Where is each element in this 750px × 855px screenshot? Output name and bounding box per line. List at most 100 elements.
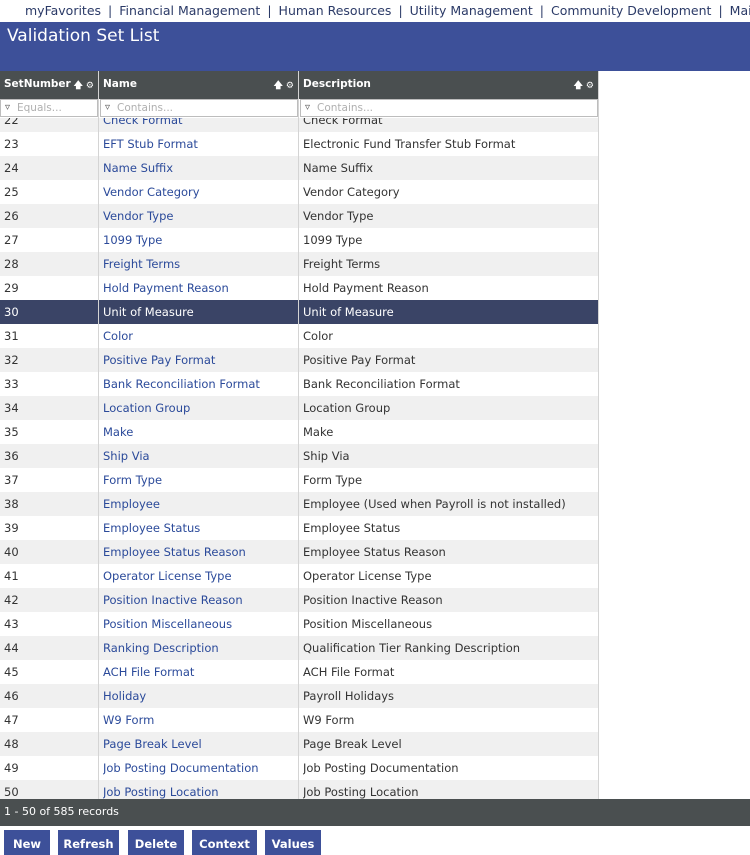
set-number-cell: 44 [4, 641, 19, 655]
name-cell[interactable]: Freight Terms [103, 252, 295, 276]
set-number-cell: 49 [4, 761, 19, 775]
table-row[interactable]: 31 Color Color [0, 324, 598, 348]
name-filter[interactable]: ▿ [100, 99, 298, 117]
name-cell[interactable]: Job Posting Documentation [103, 756, 295, 780]
table-row[interactable]: 22 Check Format Check Format [0, 118, 598, 132]
name-cell[interactable]: 1099 Type [103, 228, 295, 252]
table-row[interactable]: 47 W9 Form W9 Form [0, 708, 598, 732]
table-row[interactable]: 25 Vendor Category Vendor Category [0, 180, 598, 204]
name-cell[interactable]: Position Inactive Reason [103, 588, 295, 612]
table-row[interactable]: 36 Ship Via Ship Via [0, 444, 598, 468]
description-filter-input[interactable] [317, 101, 593, 115]
name-cell[interactable]: Vendor Category [103, 180, 295, 204]
description-cell: ACH File Format [303, 665, 395, 679]
delete-button[interactable]: Delete [128, 830, 184, 855]
name-cell[interactable]: Position Miscellaneous [103, 612, 295, 636]
sort-up-icon[interactable]: 🡅 [74, 80, 83, 92]
table-row[interactable]: 45 ACH File Format ACH File Format [0, 660, 598, 684]
table-row[interactable]: 27 1099 Type 1099 Type [0, 228, 598, 252]
table-row[interactable]: 32 Positive Pay Format Positive Pay Format [0, 348, 598, 372]
table-row[interactable]: 40 Employee Status Reason Employee Status … [0, 540, 598, 564]
table-row[interactable]: 33 Bank Reconciliation Format Bank Reconci… [0, 372, 598, 396]
nav-item-utility-management[interactable]: Utility Management [410, 3, 533, 18]
setnumber-filter-input[interactable] [17, 101, 93, 115]
table-row-selected[interactable]: 30 Unit of Measure Unit of Measure [0, 300, 598, 324]
gear-icon[interactable]: ⚙ [86, 80, 94, 92]
name-cell[interactable]: Employee Status [103, 516, 295, 540]
name-cell[interactable]: EFT Stub Format [103, 132, 295, 156]
table-row[interactable]: 35 Make Make [0, 420, 598, 444]
table-row[interactable]: 39 Employee Status Employee Status [0, 516, 598, 540]
name-cell[interactable]: Page Break Level [103, 732, 295, 756]
nav-item-financial-management[interactable]: Financial Management [119, 3, 260, 18]
table-row[interactable]: 48 Page Break Level Page Break Level [0, 732, 598, 756]
table-row[interactable]: 24 Name Suffix Name Suffix [0, 156, 598, 180]
name-cell[interactable]: Make [103, 420, 295, 444]
name-cell[interactable]: Unit of Measure [103, 300, 295, 324]
name-cell[interactable]: Hold Payment Reason [103, 276, 295, 300]
nav-item-maintenance[interactable]: Maintenance [730, 3, 750, 18]
column-header-name[interactable]: Name 🡅 ⚙ [99, 71, 298, 99]
grid-body[interactable]: 22 Check Format Check Format 23 EFT Stub For… [0, 118, 598, 799]
table-row[interactable]: 34 Location Group Location Group [0, 396, 598, 420]
name-cell[interactable]: Name Suffix [103, 156, 295, 180]
description-cell: Electronic Fund Transfer Stub Format [303, 137, 516, 151]
set-number-cell: 25 [4, 185, 19, 199]
table-row[interactable]: 43 Position Miscellaneous Position Miscell… [0, 612, 598, 636]
name-cell[interactable]: ACH File Format [103, 660, 295, 684]
column-divider [598, 71, 599, 799]
name-cell[interactable]: Ship Via [103, 444, 295, 468]
table-row[interactable]: 28 Freight Terms Freight Terms [0, 252, 598, 276]
name-cell[interactable]: Check Format [103, 118, 295, 132]
name-cell[interactable]: Positive Pay Format [103, 348, 295, 372]
table-row[interactable]: 38 Employee Employee (Used when Payroll is… [0, 492, 598, 516]
name-cell[interactable]: W9 Form [103, 708, 295, 732]
filter-icon[interactable]: ▿ [105, 102, 110, 113]
name-cell[interactable]: Employee Status Reason [103, 540, 295, 564]
name-filter-input[interactable] [117, 101, 293, 115]
name-cell[interactable]: Color [103, 324, 295, 348]
column-divider [298, 71, 299, 799]
table-row[interactable]: 37 Form Type Form Type [0, 468, 598, 492]
table-row[interactable]: 46 Holiday Payroll Holidays [0, 684, 598, 708]
gear-icon[interactable]: ⚙ [286, 80, 294, 92]
refresh-button[interactable]: Refresh [58, 830, 119, 855]
table-row[interactable]: 50 Job Posting Location Job Posting Locati… [0, 780, 598, 799]
table-row[interactable]: 42 Position Inactive Reason Position Inact… [0, 588, 598, 612]
sort-up-icon[interactable]: 🡅 [574, 80, 583, 92]
description-cell: Bank Reconciliation Format [303, 377, 460, 391]
name-cell[interactable]: Location Group [103, 396, 295, 420]
context-button[interactable]: Context [192, 830, 257, 855]
table-row[interactable]: 44 Ranking Description Qualification Tier … [0, 636, 598, 660]
nav-item-myfavorites[interactable]: myFavorites [25, 3, 101, 18]
description-cell: Form Type [303, 473, 363, 487]
setnumber-filter[interactable]: ▿ [0, 99, 98, 117]
name-cell[interactable]: Job Posting Location [103, 780, 295, 799]
set-number-cell: 35 [4, 425, 19, 439]
name-cell[interactable]: Vendor Type [103, 204, 295, 228]
table-row[interactable]: 23 EFT Stub Format Electronic Fund Transfe… [0, 132, 598, 156]
sort-up-icon[interactable]: 🡅 [274, 80, 283, 92]
description-filter[interactable]: ▿ [300, 99, 598, 117]
name-cell[interactable]: Employee [103, 492, 295, 516]
values-button[interactable]: Values [265, 830, 321, 855]
name-cell[interactable]: Holiday [103, 684, 295, 708]
nav-item-community-development[interactable]: Community Development [551, 3, 711, 18]
table-row[interactable]: 26 Vendor Type Vendor Type [0, 204, 598, 228]
filter-icon[interactable]: ▿ [305, 102, 310, 113]
description-cell: 1099 Type [303, 233, 363, 247]
column-header-description[interactable]: Description 🡅 ⚙ [299, 71, 598, 99]
name-cell[interactable]: Operator License Type [103, 564, 295, 588]
filter-icon[interactable]: ▿ [5, 102, 10, 113]
table-row[interactable]: 49 Job Posting Documentation Job Posting D… [0, 756, 598, 780]
set-number-cell: 27 [4, 233, 19, 247]
column-header-setnumber[interactable]: SetNumber 🡅 ⚙ [0, 71, 98, 99]
name-cell[interactable]: Bank Reconciliation Format [103, 372, 295, 396]
new-button[interactable]: New [4, 830, 50, 855]
name-cell[interactable]: Ranking Description [103, 636, 295, 660]
table-row[interactable]: 41 Operator License Type Operator License … [0, 564, 598, 588]
gear-icon[interactable]: ⚙ [586, 80, 594, 92]
table-row[interactable]: 29 Hold Payment Reason Hold Payment Reason [0, 276, 598, 300]
name-cell[interactable]: Form Type [103, 468, 295, 492]
nav-item-human-resources[interactable]: Human Resources [279, 3, 392, 18]
